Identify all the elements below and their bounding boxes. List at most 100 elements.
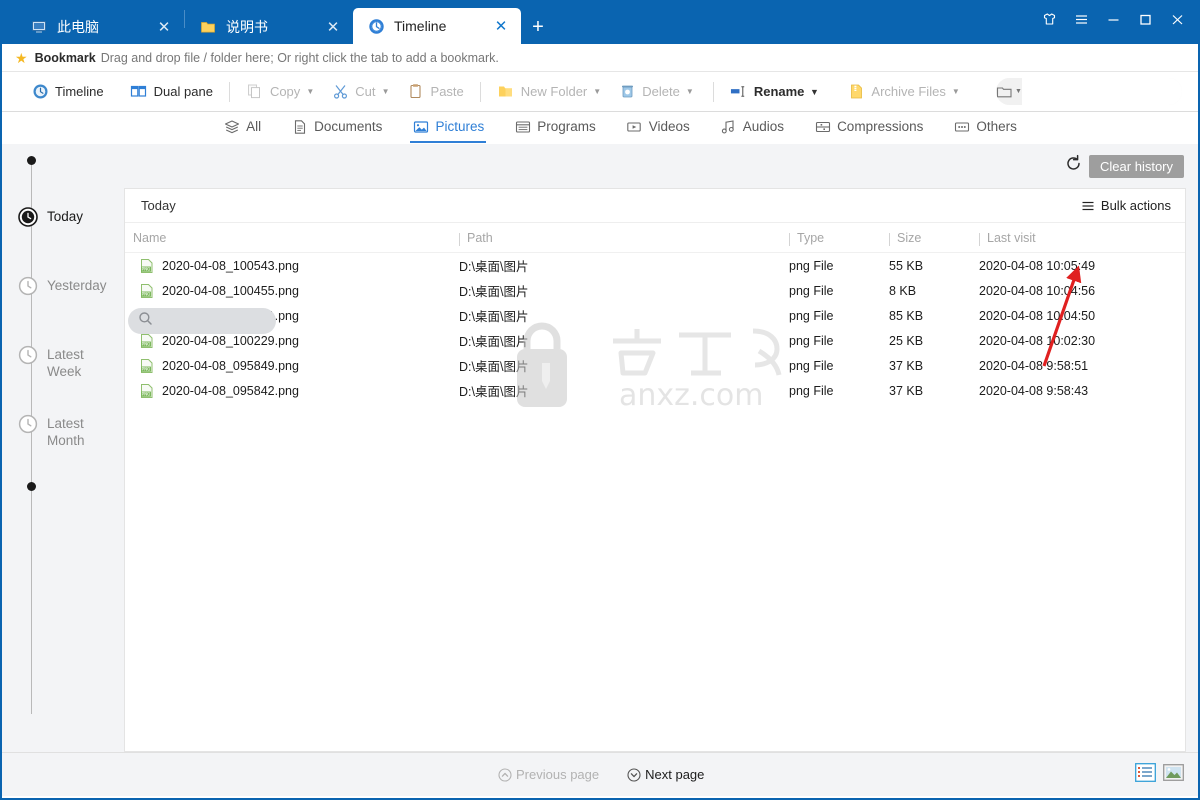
- png-file-icon: PNG: [139, 358, 155, 374]
- column-header-type[interactable]: Type: [789, 231, 889, 246]
- close-icon[interactable]: ✕: [491, 16, 511, 36]
- chevron-down-icon[interactable]: ▼: [590, 87, 604, 96]
- toolbar-rename-button[interactable]: Rename ▼: [723, 78, 829, 106]
- maximize-icon[interactable]: [1130, 6, 1160, 32]
- column-header-last-visit[interactable]: Last visit: [979, 231, 1149, 246]
- chevron-down-icon[interactable]: ▼: [379, 87, 393, 96]
- toolbar-archive-files-button[interactable]: Archive Files ▼: [840, 78, 969, 106]
- window-controls: [1034, 6, 1192, 32]
- cell-last-visit: 2020-04-08 10:04:50: [979, 308, 1096, 323]
- table-row[interactable]: PNG 2020-04-08_095842.png D:\桌面\图片 png F…: [125, 378, 1185, 403]
- category-tab-audios[interactable]: Audios: [718, 113, 786, 143]
- cell-last-visit: 2020-04-08 10:05:49: [979, 258, 1096, 273]
- clock-icon: [17, 275, 39, 297]
- category-tab-label: Videos: [648, 119, 690, 134]
- rail-item-yesterday[interactable]: Yesterday: [17, 275, 127, 297]
- folder-scope-icon[interactable]: ▼: [996, 78, 1022, 105]
- category-tab-label: All: [246, 119, 262, 134]
- rail-item-label: Latest Month: [47, 416, 85, 448]
- tab-timeline[interactable]: Timeline ✕: [353, 8, 521, 44]
- clock-icon: [17, 344, 39, 366]
- toolbar-cut-button[interactable]: Cut ▼: [324, 78, 399, 106]
- cell-last-visit: 2020-04-08 9:58:43: [979, 383, 1089, 398]
- tab-strip: 此电脑 ✕ 说明书 ✕ Timeline ✕ +: [2, 2, 555, 44]
- rail-item-latest-week[interactable]: Latest Week: [17, 344, 127, 380]
- table-row[interactable]: PNG 2020-04-08_100543.png D:\桌面\图片 png F…: [125, 253, 1185, 278]
- category-tab-compressions[interactable]: Compressions: [812, 113, 925, 143]
- svg-text:PNG: PNG: [142, 266, 151, 271]
- new-tab-button[interactable]: +: [521, 10, 555, 44]
- rail-item-today[interactable]: Today: [17, 206, 127, 228]
- category-tab-bar: All Documents Pictures Programs Videos A…: [2, 112, 1198, 144]
- file-list-panel: Today Bulk actions Name Path Type Size L…: [124, 188, 1186, 752]
- thumbnail-view-button[interactable]: [1163, 763, 1184, 782]
- search-input[interactable]: [1021, 78, 1182, 105]
- toolbar-paste-button[interactable]: Paste: [400, 78, 471, 106]
- shirt-icon[interactable]: [1034, 6, 1064, 32]
- list-view-button[interactable]: [1135, 763, 1156, 782]
- category-tab-all[interactable]: All: [221, 113, 263, 143]
- bulk-actions-button[interactable]: Bulk actions: [1081, 198, 1171, 213]
- category-tab-videos[interactable]: Videos: [624, 113, 692, 143]
- toolbar-item-label: Dual pane: [153, 84, 213, 99]
- rail-item-label: Yesterday: [47, 278, 107, 293]
- toolbar-copy-button[interactable]: Copy ▼: [239, 78, 324, 106]
- category-tab-programs[interactable]: Programs: [512, 113, 598, 143]
- toolbar-item-label: Delete: [642, 84, 680, 99]
- content-area: Today Yesterday Latest Week Latest Month…: [2, 144, 1198, 752]
- rail-item-latest-month[interactable]: Latest Month: [17, 413, 127, 449]
- previous-page-label: Previous page: [516, 767, 600, 782]
- toolbar-dual-pane-button[interactable]: Dual pane: [123, 78, 220, 106]
- category-tab-label: Others: [976, 119, 1017, 134]
- table-row[interactable]: PNG 2020-04-08_100441.png D:\桌面\图片 png F…: [125, 303, 1185, 328]
- clear-history-tooltip: Clear history: [1089, 154, 1184, 178]
- clock-icon: [17, 413, 39, 435]
- history-search-input[interactable]: [128, 308, 276, 334]
- cell-path: D:\桌面\图片: [459, 260, 529, 274]
- png-file-icon: PNG: [139, 333, 155, 349]
- clock-icon: [31, 83, 49, 101]
- copy-icon: [246, 83, 264, 101]
- category-tab-others[interactable]: Others: [951, 113, 1019, 143]
- toolbar-search[interactable]: ▼: [996, 78, 1182, 105]
- cell-name: PNG 2020-04-08_100543.png: [125, 258, 459, 274]
- close-icon[interactable]: ✕: [323, 17, 343, 37]
- close-icon[interactable]: ✕: [154, 17, 174, 37]
- bookmark-bar[interactable]: ★ Bookmark Drag and drop file / folder h…: [2, 44, 1198, 72]
- refresh-icon[interactable]: [1064, 154, 1083, 178]
- cell-name: PNG 2020-04-08_095842.png: [125, 383, 459, 399]
- hamburger-icon[interactable]: [1066, 6, 1096, 32]
- tab-this-pc[interactable]: 此电脑 ✕: [16, 10, 184, 44]
- svg-text:PNG: PNG: [142, 291, 151, 296]
- close-icon[interactable]: [1162, 6, 1192, 32]
- compression-icon: [814, 118, 831, 135]
- column-header-path[interactable]: Path: [459, 231, 789, 246]
- toolbar-timeline-button[interactable]: Timeline: [24, 78, 111, 106]
- panel-header: Today Bulk actions: [125, 189, 1185, 223]
- chevron-down-icon[interactable]: ▼: [807, 87, 821, 97]
- document-icon: [291, 118, 308, 135]
- table-row[interactable]: PNG 2020-04-08_100229.png D:\桌面\图片 png F…: [125, 328, 1185, 353]
- category-tab-documents[interactable]: Documents: [289, 113, 384, 143]
- category-tab-pictures[interactable]: Pictures: [410, 113, 487, 143]
- chevron-down-icon[interactable]: ▼: [303, 87, 317, 96]
- category-tab-label: Compressions: [837, 119, 924, 134]
- toolbar-item-label: Rename: [753, 84, 805, 99]
- column-header-name[interactable]: Name: [125, 231, 459, 245]
- previous-page-button[interactable]: Previous page: [498, 767, 599, 782]
- chevron-down-icon[interactable]: ▼: [683, 87, 697, 96]
- cell-last-visit: 2020-04-08 10:02:30: [979, 333, 1096, 348]
- next-page-button[interactable]: Next page: [627, 767, 704, 782]
- toolbar-new-folder-button[interactable]: New Folder ▼: [490, 78, 611, 106]
- png-file-icon: PNG: [139, 383, 155, 399]
- tab-manual[interactable]: 说明书 ✕: [185, 10, 353, 44]
- table-row[interactable]: PNG 2020-04-08_100455.png D:\桌面\图片 png F…: [125, 278, 1185, 303]
- star-icon: ★: [15, 49, 28, 66]
- folder-icon: [497, 83, 515, 101]
- table-row[interactable]: PNG 2020-04-08_095849.png D:\桌面\图片 png F…: [125, 353, 1185, 378]
- toolbar-delete-button[interactable]: Delete ▼: [611, 78, 704, 106]
- minimize-icon[interactable]: [1098, 6, 1128, 32]
- category-tab-label: Documents: [314, 119, 383, 134]
- chevron-down-icon[interactable]: ▼: [949, 87, 963, 96]
- column-header-size[interactable]: Size: [889, 231, 979, 246]
